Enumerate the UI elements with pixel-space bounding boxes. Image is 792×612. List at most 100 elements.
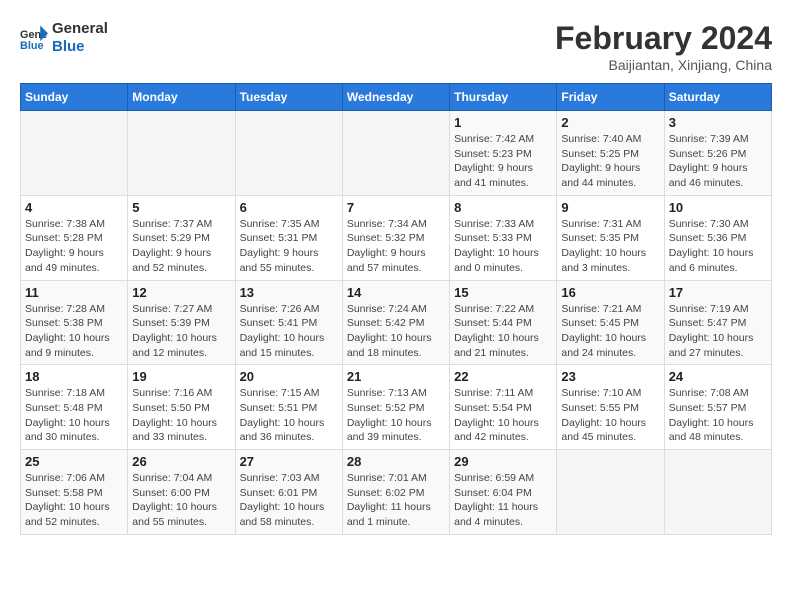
day-number: 16 <box>561 285 659 300</box>
calendar-cell <box>664 450 771 535</box>
svg-text:Blue: Blue <box>20 40 44 52</box>
calendar-cell: 7Sunrise: 7:34 AMSunset: 5:32 PMDaylight… <box>342 195 449 280</box>
day-number: 22 <box>454 369 552 384</box>
day-info: Sunrise: 7:24 AMSunset: 5:42 PMDaylight:… <box>347 302 445 361</box>
calendar-cell: 4 Sunrise: 7:38 AMSunset: 5:28 PMDaylight… <box>21 195 128 280</box>
calendar-cell: 2 Sunrise: 7:40 AMSunset: 5:25 PMDaylight… <box>557 111 664 196</box>
calendar-cell: 1Sunrise: 7:42 AMSunset: 5:23 PMDaylight… <box>450 111 557 196</box>
calendar-cell: 25Sunrise: 7:06 AMSunset: 5:58 PMDayligh… <box>21 450 128 535</box>
day-number: 3 <box>669 115 767 130</box>
day-info: Sunrise: 7:19 AMSunset: 5:47 PMDaylight:… <box>669 302 767 361</box>
calendar-week-row: 25Sunrise: 7:06 AMSunset: 5:58 PMDayligh… <box>21 450 772 535</box>
weekday-header-thursday: Thursday <box>450 84 557 111</box>
day-number: 5 <box>132 200 230 215</box>
calendar-cell: 6Sunrise: 7:35 AMSunset: 5:31 PMDaylight… <box>235 195 342 280</box>
calendar-cell: 14 Sunrise: 7:24 AMSunset: 5:42 PMDayligh… <box>342 280 449 365</box>
day-info: Sunrise: 7:08 AMSunset: 5:57 PMDaylight:… <box>669 386 767 445</box>
logo-icon: General Blue <box>20 24 48 52</box>
calendar-cell: 20Sunrise: 7:15 AMSunset: 5:51 PMDayligh… <box>235 365 342 450</box>
day-info: Sunrise: 7:10 AMSunset: 5:55 PMDaylight:… <box>561 386 659 445</box>
calendar-cell <box>21 111 128 196</box>
calendar-cell: 9 Sunrise: 7:31 AMSunset: 5:35 PMDaylight… <box>557 195 664 280</box>
calendar-header-row: SundayMondayTuesdayWednesdayThursdayFrid… <box>21 84 772 111</box>
day-info: Sunrise: 7:30 AMSunset: 5:36 PMDaylight:… <box>669 217 767 276</box>
day-number: 14 <box>347 285 445 300</box>
calendar-cell: 15 Sunrise: 7:22 AMSunset: 5:44 PMDayligh… <box>450 280 557 365</box>
calendar-cell: 19 Sunrise: 7:16 AMSunset: 5:50 PMDayligh… <box>128 365 235 450</box>
day-info: Sunrise: 7:22 AMSunset: 5:44 PMDaylight:… <box>454 302 552 361</box>
day-number: 19 <box>132 369 230 384</box>
calendar-cell: 12Sunrise: 7:27 AMSunset: 5:39 PMDayligh… <box>128 280 235 365</box>
calendar-cell: 22 Sunrise: 7:11 AMSunset: 5:54 PMDayligh… <box>450 365 557 450</box>
day-number: 10 <box>669 200 767 215</box>
calendar-table: SundayMondayTuesdayWednesdayThursdayFrid… <box>20 83 772 535</box>
day-number: 4 <box>25 200 123 215</box>
weekday-header-tuesday: Tuesday <box>235 84 342 111</box>
calendar-cell: 23 Sunrise: 7:10 AMSunset: 5:55 PMDayligh… <box>557 365 664 450</box>
location: Baijiantan, Xinjiang, China <box>555 57 772 73</box>
day-info: Sunrise: 7:26 AMSunset: 5:41 PMDaylight:… <box>240 302 338 361</box>
calendar-week-row: 18 Sunrise: 7:18 AMSunset: 5:48 PMDayligh… <box>21 365 772 450</box>
day-info: Sunrise: 7:40 AMSunset: 5:25 PMDaylight:… <box>561 132 659 191</box>
day-number: 28 <box>347 454 445 469</box>
day-info: Sunrise: 6:59 AMSunset: 6:04 PMDaylight:… <box>454 471 552 530</box>
day-info: Sunrise: 7:38 AMSunset: 5:28 PMDaylight:… <box>25 217 123 276</box>
calendar-week-row: 11 Sunrise: 7:28 AMSunset: 5:38 PMDayligh… <box>21 280 772 365</box>
calendar-cell: 18 Sunrise: 7:18 AMSunset: 5:48 PMDayligh… <box>21 365 128 450</box>
day-info: Sunrise: 7:31 AMSunset: 5:35 PMDaylight:… <box>561 217 659 276</box>
day-number: 6 <box>240 200 338 215</box>
calendar-cell: 26 Sunrise: 7:04 AMSunset: 6:00 PMDayligh… <box>128 450 235 535</box>
logo-text-general: General <box>52 20 108 38</box>
day-number: 11 <box>25 285 123 300</box>
day-number: 7 <box>347 200 445 215</box>
day-info: Sunrise: 7:03 AMSunset: 6:01 PMDaylight:… <box>240 471 338 530</box>
day-info: Sunrise: 7:28 AMSunset: 5:38 PMDaylight:… <box>25 302 123 361</box>
day-number: 8 <box>454 200 552 215</box>
weekday-header-monday: Monday <box>128 84 235 111</box>
calendar-cell: 11 Sunrise: 7:28 AMSunset: 5:38 PMDayligh… <box>21 280 128 365</box>
day-info: Sunrise: 7:27 AMSunset: 5:39 PMDaylight:… <box>132 302 230 361</box>
day-info: Sunrise: 7:01 AMSunset: 6:02 PMDaylight:… <box>347 471 445 530</box>
day-number: 27 <box>240 454 338 469</box>
day-number: 24 <box>669 369 767 384</box>
calendar-cell: 24 Sunrise: 7:08 AMSunset: 5:57 PMDayligh… <box>664 365 771 450</box>
day-number: 1 <box>454 115 552 130</box>
day-number: 20 <box>240 369 338 384</box>
day-number: 26 <box>132 454 230 469</box>
calendar-cell: 21 Sunrise: 7:13 AMSunset: 5:52 PMDayligh… <box>342 365 449 450</box>
day-info: Sunrise: 7:11 AMSunset: 5:54 PMDaylight:… <box>454 386 552 445</box>
calendar-cell: 17 Sunrise: 7:19 AMSunset: 5:47 PMDayligh… <box>664 280 771 365</box>
day-number: 13 <box>240 285 338 300</box>
day-info: Sunrise: 7:18 AMSunset: 5:48 PMDaylight:… <box>25 386 123 445</box>
calendar-cell: 16 Sunrise: 7:21 AMSunset: 5:45 PMDayligh… <box>557 280 664 365</box>
calendar-cell: 29 Sunrise: 6:59 AMSunset: 6:04 PMDayligh… <box>450 450 557 535</box>
day-number: 18 <box>25 369 123 384</box>
day-number: 15 <box>454 285 552 300</box>
weekday-header-saturday: Saturday <box>664 84 771 111</box>
day-number: 29 <box>454 454 552 469</box>
day-info: Sunrise: 7:37 AMSunset: 5:29 PMDaylight:… <box>132 217 230 276</box>
calendar-cell <box>342 111 449 196</box>
day-number: 17 <box>669 285 767 300</box>
page-header: General Blue General Blue February 2024 … <box>20 20 772 73</box>
day-number: 21 <box>347 369 445 384</box>
day-number: 2 <box>561 115 659 130</box>
day-info: Sunrise: 7:21 AMSunset: 5:45 PMDaylight:… <box>561 302 659 361</box>
calendar-cell: 3 Sunrise: 7:39 AMSunset: 5:26 PMDaylight… <box>664 111 771 196</box>
day-info: Sunrise: 7:33 AMSunset: 5:33 PMDaylight:… <box>454 217 552 276</box>
day-info: Sunrise: 7:13 AMSunset: 5:52 PMDaylight:… <box>347 386 445 445</box>
day-number: 23 <box>561 369 659 384</box>
calendar-cell: 10 Sunrise: 7:30 AMSunset: 5:36 PMDayligh… <box>664 195 771 280</box>
day-info: Sunrise: 7:06 AMSunset: 5:58 PMDaylight:… <box>25 471 123 530</box>
day-info: Sunrise: 7:39 AMSunset: 5:26 PMDaylight:… <box>669 132 767 191</box>
day-info: Sunrise: 7:04 AMSunset: 6:00 PMDaylight:… <box>132 471 230 530</box>
calendar-cell <box>235 111 342 196</box>
calendar-week-row: 1Sunrise: 7:42 AMSunset: 5:23 PMDaylight… <box>21 111 772 196</box>
calendar-week-row: 4 Sunrise: 7:38 AMSunset: 5:28 PMDaylight… <box>21 195 772 280</box>
calendar-cell: 28 Sunrise: 7:01 AMSunset: 6:02 PMDayligh… <box>342 450 449 535</box>
title-block: February 2024 Baijiantan, Xinjiang, Chin… <box>555 20 772 73</box>
day-number: 9 <box>561 200 659 215</box>
weekday-header-sunday: Sunday <box>21 84 128 111</box>
day-info: Sunrise: 7:16 AMSunset: 5:50 PMDaylight:… <box>132 386 230 445</box>
calendar-cell <box>557 450 664 535</box>
